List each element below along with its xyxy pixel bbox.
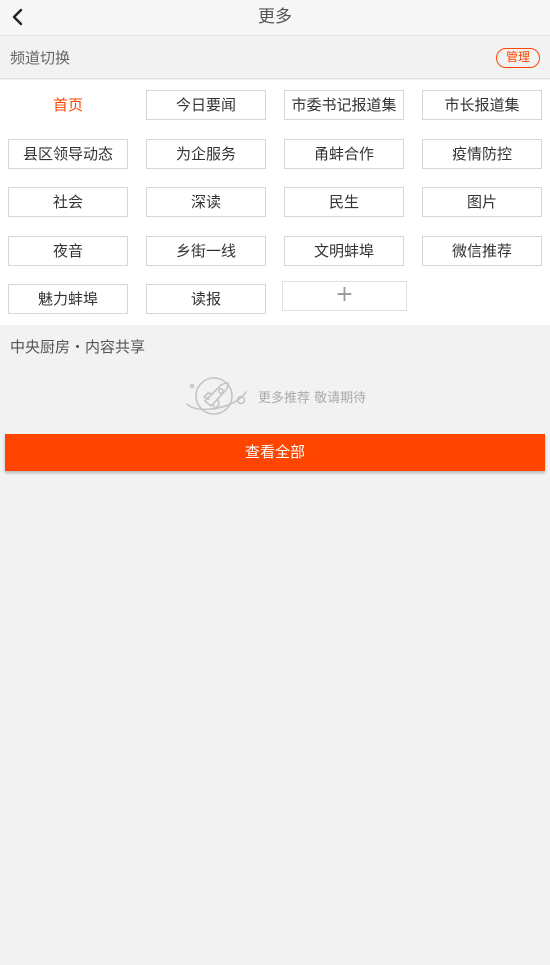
- channel-chip[interactable]: 微信推荐: [422, 236, 542, 266]
- channel-chip[interactable]: 今日要闻: [146, 90, 266, 120]
- channel-chip[interactable]: 深读: [146, 187, 266, 217]
- channel-grid: 首页 今日要闻 市委书记报道集 市长报道集 县区领导动态 为企服务 甬蚌合作 疫…: [0, 80, 550, 325]
- manage-button[interactable]: 管理: [496, 48, 540, 68]
- channel-chip[interactable]: 图片: [422, 187, 542, 217]
- channel-chip[interactable]: 读报: [146, 284, 266, 314]
- share-section-title: 中央厨房・内容共享: [10, 338, 146, 356]
- channel-chip[interactable]: 市委书记报道集: [284, 90, 404, 120]
- channel-chip[interactable]: 疫情防控: [422, 139, 542, 169]
- view-all-button[interactable]: 查看全部: [5, 434, 545, 471]
- channel-chip[interactable]: 魅力蚌埠: [8, 284, 128, 314]
- channel-chip[interactable]: 乡街一线: [146, 236, 266, 266]
- page-title: 更多: [258, 7, 292, 27]
- empty-state-text: 更多推荐 敬请期待: [258, 390, 367, 406]
- channel-section-label: 频道切换: [10, 49, 71, 67]
- add-channel-button[interactable]: +: [282, 281, 407, 311]
- empty-state: 更多推荐 敬请期待: [184, 374, 366, 418]
- channel-chip[interactable]: 夜音: [8, 236, 128, 266]
- plus-icon: +: [335, 282, 354, 307]
- channel-chip[interactable]: 民生: [284, 187, 404, 217]
- channel-chip[interactable]: 市长报道集: [422, 90, 542, 120]
- channel-section-header: 频道切换 管理: [0, 37, 550, 79]
- channel-chip[interactable]: 为企服务: [146, 139, 266, 169]
- channel-chip-home[interactable]: 首页: [8, 90, 128, 120]
- top-bar: 更多: [0, 0, 550, 36]
- channel-chip[interactable]: 甬蚌合作: [284, 139, 404, 169]
- channel-chip[interactable]: 文明蚌埠: [284, 236, 404, 266]
- rocket-planet-icon: [186, 377, 247, 415]
- channel-chip[interactable]: 县区领导动态: [8, 139, 128, 169]
- channel-chip[interactable]: 社会: [8, 187, 128, 217]
